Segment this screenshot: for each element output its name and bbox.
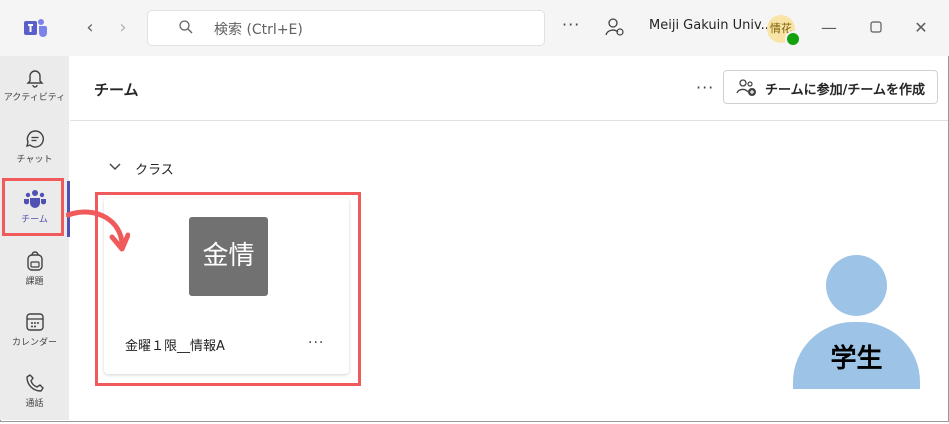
header-divider (70, 120, 948, 121)
rail-item-chat[interactable]: チャット (0, 122, 69, 180)
rail-item-calls[interactable]: 通話 (0, 366, 69, 424)
search-input[interactable]: 検索 (Ctrl+E) (147, 10, 545, 46)
calendar-icon (25, 313, 44, 331)
person-feedback-icon[interactable] (603, 16, 625, 38)
highlight-box-team-card (95, 192, 361, 386)
minimize-icon[interactable]: — (818, 17, 840, 39)
chevron-down-icon[interactable] (108, 160, 122, 174)
presence-available-icon (785, 31, 801, 47)
bell-icon (25, 70, 44, 88)
join-or-create-team-label: チームに参加/チームを作成 (765, 83, 925, 98)
page-title: チーム (94, 81, 139, 99)
rail-item-calendar[interactable]: カレンダー (0, 305, 69, 363)
highlight-box-teams (2, 178, 64, 236)
student-figure-head (826, 255, 887, 316)
search-placeholder: 検索 (Ctrl+E) (214, 22, 303, 38)
more-options-icon[interactable]: ··· (562, 15, 580, 34)
section-label-classes[interactable]: クラス (135, 159, 174, 178)
rail-item-activity[interactable]: アクティビティ (0, 60, 69, 118)
back-icon[interactable]: ‹ (80, 18, 100, 38)
rail-label-assignments: 課題 (25, 277, 44, 287)
rail-item-assignments[interactable]: 課題 (0, 244, 69, 302)
rail-label-calls: 通話 (25, 399, 44, 409)
title-bar: ‹ › 検索 (Ctrl+E) ··· Meiji Gakuin Univ...… (0, 0, 949, 56)
maximize-icon[interactable] (865, 17, 887, 39)
curved-arrow-icon (66, 209, 130, 252)
student-label: 学生 (830, 344, 883, 374)
header-more-icon[interactable]: ··· (696, 78, 714, 97)
teams-logo-icon[interactable] (22, 16, 48, 40)
backpack-icon (26, 251, 43, 271)
search-icon (179, 20, 193, 34)
organization-name[interactable]: Meiji Gakuin Univ... (649, 18, 773, 33)
chat-icon (25, 130, 44, 148)
rail-label-activity: アクティビティ (3, 93, 66, 103)
join-or-create-team-button[interactable]: チームに参加/チームを作成 (723, 70, 938, 104)
rail-label-chat: チャット (16, 155, 53, 165)
people-add-icon (736, 79, 756, 96)
forward-icon[interactable]: › (113, 18, 133, 38)
phone-icon (25, 374, 44, 392)
rail-label-calendar: カレンダー (11, 338, 57, 348)
close-icon[interactable]: ✕ (910, 17, 932, 39)
